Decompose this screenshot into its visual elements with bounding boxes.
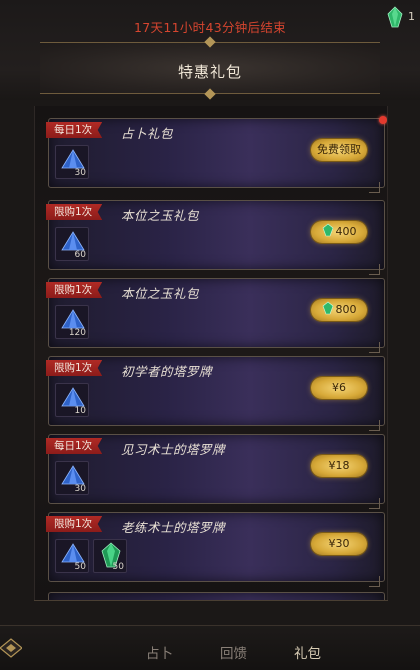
free-claim-button[interactable]: 免费领取 bbox=[311, 139, 367, 161]
gift-title: 老练术士的塔罗牌 bbox=[121, 520, 226, 535]
gift-title: 本位之玉礼包 bbox=[121, 286, 200, 301]
limit-tag: 每日1次 bbox=[46, 438, 103, 454]
gift-card-partial bbox=[48, 592, 385, 600]
item-quantity: 50 bbox=[74, 562, 86, 572]
buy-button[interactable]: ¥30 bbox=[311, 533, 367, 555]
reward-item[interactable]: 50 bbox=[55, 539, 89, 573]
gift-card: 限购1次 初学者的塔罗牌 10 ¥6 bbox=[46, 356, 385, 431]
green-gem-icon bbox=[322, 301, 333, 315]
menu-diamond-icon[interactable] bbox=[0, 637, 22, 659]
reward-item[interactable]: 50 bbox=[93, 539, 127, 573]
page-title: 特惠礼包 bbox=[177, 63, 242, 81]
gift-card: 限购1次 老练术士的塔罗牌 50 50 ¥30 bbox=[46, 512, 385, 587]
reward-item[interactable]: 30 bbox=[55, 145, 89, 179]
gift-title: 初学者的塔罗牌 bbox=[121, 364, 213, 379]
notification-dot bbox=[379, 116, 387, 124]
gift-card: 每日1次 见习术士的塔罗牌 30 ¥18 bbox=[46, 434, 385, 509]
gift-card: 限购1次 本位之玉礼包 120 800 bbox=[46, 278, 385, 353]
reward-item[interactable]: 60 bbox=[55, 227, 89, 261]
green-gem-currency-icon bbox=[387, 6, 403, 28]
item-quantity: 60 bbox=[74, 250, 86, 260]
gift-pack-list[interactable]: 每日1次 占卜礼包 30 免费领取 限购1次 本位之玉礼包 60 400 限购1… bbox=[34, 106, 388, 600]
gift-title: 见习术士的塔罗牌 bbox=[121, 442, 226, 457]
tab-rewards[interactable]: 回馈 bbox=[220, 642, 247, 662]
reward-item[interactable]: 10 bbox=[55, 383, 89, 417]
item-quantity: 10 bbox=[74, 406, 86, 416]
reward-item[interactable]: 30 bbox=[55, 461, 89, 495]
reward-item[interactable]: 120 bbox=[55, 305, 89, 339]
tab-gift-packs[interactable]: 礼包 bbox=[294, 642, 321, 662]
green-gem-icon bbox=[322, 223, 333, 237]
tab-divination[interactable]: 占卜 bbox=[146, 642, 173, 662]
limit-tag: 限购1次 bbox=[46, 204, 103, 220]
buy-button[interactable]: ¥6 bbox=[311, 377, 367, 399]
bottom-nav: 占卜 回馈 礼包 bbox=[0, 625, 420, 670]
gift-card: 每日1次 占卜礼包 30 免费领取 bbox=[46, 116, 387, 193]
buy-button[interactable]: ¥18 bbox=[311, 455, 367, 477]
item-quantity: 30 bbox=[74, 168, 86, 178]
gift-title: 占卜礼包 bbox=[121, 126, 174, 141]
item-quantity: 30 bbox=[74, 484, 86, 494]
limit-tag: 每日1次 bbox=[46, 122, 103, 138]
price-label: 400 bbox=[335, 225, 357, 238]
gift-card: 限购1次 本位之玉礼包 60 400 bbox=[46, 200, 385, 275]
buy-button[interactable]: 800 bbox=[311, 299, 367, 321]
price-label: 800 bbox=[335, 303, 357, 316]
divider bbox=[34, 600, 388, 601]
buy-button[interactable]: 400 bbox=[311, 221, 367, 243]
limit-tag: 限购1次 bbox=[46, 516, 103, 532]
countdown-timer: 17天11小时43分钟后结束 bbox=[134, 20, 286, 35]
item-quantity: 50 bbox=[112, 562, 124, 572]
currency-amount: 1 bbox=[408, 10, 415, 23]
limit-tag: 限购1次 bbox=[46, 282, 103, 298]
gift-title: 本位之玉礼包 bbox=[121, 208, 200, 223]
limit-tag: 限购1次 bbox=[46, 360, 103, 376]
item-quantity: 120 bbox=[68, 328, 86, 338]
